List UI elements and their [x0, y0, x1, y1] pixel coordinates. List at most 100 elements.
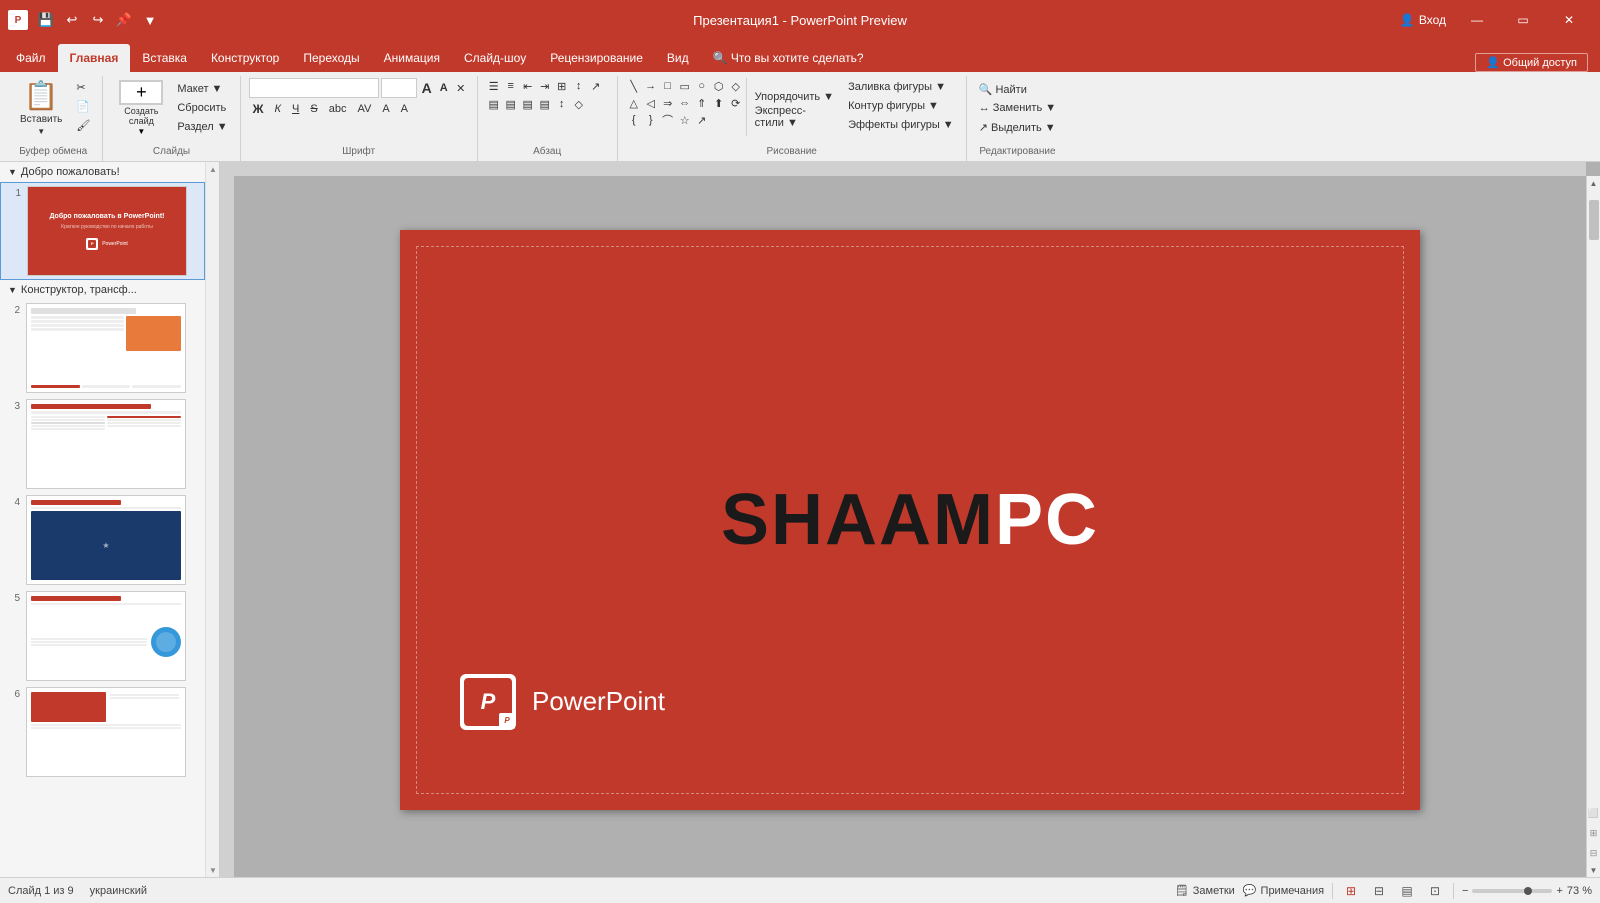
scroll-up-arrow[interactable]: ▲: [1587, 176, 1600, 190]
leftarrow-tool[interactable]: ⬆: [711, 95, 727, 111]
scroll-down-arrow[interactable]: ▼: [1587, 863, 1600, 877]
rect-tool[interactable]: □: [660, 78, 676, 94]
section-header-1[interactable]: ▼ Добро пожаловать!: [0, 162, 205, 182]
save-button[interactable]: 💾: [36, 10, 56, 30]
panel-scroll-track[interactable]: [206, 176, 219, 863]
panel-scrollbar[interactable]: ▲ ▼: [205, 162, 219, 877]
scroll-btn-1[interactable]: ⬜: [1588, 808, 1599, 819]
pin-button[interactable]: 📌: [114, 10, 134, 30]
zoom-out-button[interactable]: −: [1462, 885, 1468, 897]
shape12[interactable]: ↗: [694, 112, 710, 128]
decrease-font-button[interactable]: A: [436, 80, 452, 96]
minimize-button[interactable]: —: [1454, 0, 1500, 40]
tab-slideshow[interactable]: Слайд-шоу: [452, 44, 538, 72]
shape11[interactable]: ☆: [677, 112, 693, 128]
format-painter-button[interactable]: 🖌: [72, 116, 94, 134]
shadow-button[interactable]: abc: [325, 100, 351, 118]
clear-format-button[interactable]: ✕: [453, 80, 469, 96]
kerning-button[interactable]: AV: [353, 100, 375, 118]
strikethrough-button[interactable]: S: [306, 100, 321, 118]
shape10[interactable]: ⌒: [660, 112, 676, 128]
smart-art[interactable]: ◇: [571, 96, 587, 112]
panel-scroll-up[interactable]: ▲: [206, 162, 220, 176]
new-slide-button[interactable]: + Создатьслайд ▼: [111, 78, 171, 136]
arrow-tool[interactable]: →: [643, 78, 659, 94]
fill-button[interactable]: Заливка фигуры ▼: [844, 78, 958, 96]
tab-review[interactable]: Рецензирование: [538, 44, 655, 72]
slide-item-5[interactable]: 5: [0, 588, 205, 684]
zoom-level[interactable]: 73 %: [1567, 885, 1592, 897]
shape9[interactable]: }: [643, 112, 659, 128]
scroll-track[interactable]: [1587, 190, 1600, 803]
zoom-control[interactable]: − + 73 %: [1462, 885, 1592, 897]
slide-item-3[interactable]: 3: [0, 396, 205, 492]
uarrow-tool[interactable]: ⇑: [694, 95, 710, 111]
tab-animations[interactable]: Анимация: [372, 44, 452, 72]
tab-design[interactable]: Конструктор: [199, 44, 291, 72]
view-slide-sorter-button[interactable]: ⊟: [1369, 881, 1389, 901]
scroll-thumb[interactable]: [1589, 200, 1599, 240]
outline-button[interactable]: Контур фигуры ▼: [844, 97, 958, 115]
slide-item-4[interactable]: 4 ★: [0, 492, 205, 588]
maximize-button[interactable]: ▭: [1500, 0, 1546, 40]
columns-button[interactable]: ⊞: [554, 78, 570, 94]
numbering-button[interactable]: ≡: [503, 78, 519, 94]
close-button[interactable]: ✕: [1546, 0, 1592, 40]
effects-button[interactable]: Эффекты фигуры ▼: [844, 116, 958, 134]
quick-styles-button[interactable]: Экспресс-стили ▼: [751, 108, 838, 126]
shape7-tool[interactable]: ◇: [728, 78, 744, 94]
comments-button[interactable]: 💬 Примечания: [1243, 884, 1324, 897]
tab-file[interactable]: Файл: [4, 44, 58, 72]
slide-item-2[interactable]: 2: [0, 300, 205, 396]
scroll-btn-3[interactable]: ⊟: [1590, 848, 1598, 859]
decrease-indent[interactable]: ⇤: [520, 78, 536, 94]
scroll-btn-2[interactable]: ⊞: [1590, 828, 1598, 839]
zoom-slider[interactable]: [1472, 889, 1552, 893]
doublearrow-tool[interactable]: ⇔: [677, 95, 693, 111]
shape6-tool[interactable]: ⬡: [711, 78, 727, 94]
view-slideshow-button[interactable]: ⊡: [1425, 881, 1445, 901]
shape8[interactable]: {: [626, 112, 642, 128]
arrange-button[interactable]: Упорядочить ▼: [751, 88, 838, 106]
select-button[interactable]: ↗ Выделить ▼: [975, 118, 1060, 136]
line-spacing[interactable]: ↕: [571, 78, 587, 94]
slide-item-1[interactable]: 1 Добро пожаловать в PowerPoint! Краткое…: [0, 182, 205, 280]
tab-insert[interactable]: Вставка: [130, 44, 199, 72]
shape-extra[interactable]: ⟳: [728, 95, 744, 111]
customize-quick-access[interactable]: ▼: [140, 10, 160, 30]
paragraph-dialog[interactable]: ↗: [588, 78, 604, 94]
panel-scroll-down[interactable]: ▼: [206, 863, 220, 877]
section-header-2[interactable]: ▼ Конструктор, трансф...: [0, 280, 205, 300]
tab-view[interactable]: Вид: [655, 44, 701, 72]
justify[interactable]: ▤: [537, 96, 553, 112]
paste-button[interactable]: 📋 Вставить ▼: [12, 78, 70, 136]
rtriangle-tool[interactable]: ◁: [643, 95, 659, 111]
fontcolor-button[interactable]: А: [378, 100, 393, 118]
increase-font-button[interactable]: A: [419, 80, 435, 96]
tab-help-search[interactable]: 🔍 Что вы хотите сделать?: [701, 44, 876, 72]
sign-in-button[interactable]: 👤 Вход: [1400, 13, 1446, 27]
find-button[interactable]: 🔍 Найти: [975, 80, 1060, 98]
main-slide[interactable]: SHAAMPC P P PowerPoint: [400, 230, 1420, 810]
share-button[interactable]: 👤 Общий доступ: [1475, 53, 1588, 72]
tab-transitions[interactable]: Переходы: [291, 44, 371, 72]
cut-button[interactable]: ✂: [72, 78, 94, 96]
section-button[interactable]: Раздел ▼: [173, 118, 231, 136]
slide-item-6[interactable]: 6: [0, 684, 205, 780]
align-center[interactable]: ▤: [503, 96, 519, 112]
font-size-input[interactable]: [381, 78, 417, 98]
bullets-button[interactable]: ☰: [486, 78, 502, 94]
zoom-in-button[interactable]: +: [1556, 885, 1562, 897]
underline-button[interactable]: Ч: [288, 100, 303, 118]
notes-button[interactable]: 🗒 Заметки: [1175, 884, 1235, 897]
tab-home[interactable]: Главная: [58, 44, 131, 72]
redo-button[interactable]: ↪: [88, 10, 108, 30]
text-direction[interactable]: ↕: [554, 96, 570, 112]
italic-button[interactable]: К: [271, 100, 285, 118]
rounded-rect-tool[interactable]: ▭: [677, 78, 693, 94]
view-reading-button[interactable]: ▤: [1397, 881, 1417, 901]
undo-button[interactable]: ↩: [62, 10, 82, 30]
align-right[interactable]: ▤: [520, 96, 536, 112]
textcolor-button[interactable]: A: [397, 100, 412, 118]
arrow2-tool[interactable]: ⇒: [660, 95, 676, 111]
